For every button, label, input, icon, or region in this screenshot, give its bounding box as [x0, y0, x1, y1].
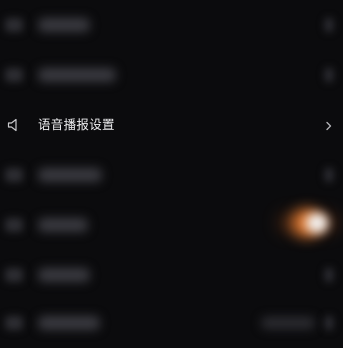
item-label-blurred: [38, 18, 90, 32]
chevron-right-icon: [325, 18, 333, 32]
item-label-blurred: [38, 168, 102, 182]
settings-menu: 语音播报设置: [0, 0, 343, 342]
item-label-blurred: [38, 268, 90, 282]
item-label-blurred: [38, 316, 100, 330]
settings-item-blurred-2[interactable]: [0, 50, 343, 100]
chevron-right-icon: [325, 118, 333, 132]
toggle-switch[interactable]: [278, 205, 338, 241]
item-icon: [5, 168, 23, 182]
item-label-blurred: [38, 218, 88, 232]
item-icon: [5, 268, 23, 282]
settings-item-voice-broadcast[interactable]: 语音播报设置: [0, 100, 343, 150]
toggle-knob: [306, 213, 328, 233]
settings-item-blurred-3[interactable]: [0, 150, 343, 200]
item-icon: [5, 18, 23, 32]
item-icon: [5, 218, 23, 232]
chevron-right-icon: [325, 316, 333, 330]
chevron-right-icon: [325, 268, 333, 282]
speaker-icon: [6, 117, 22, 133]
settings-item-blurred-1[interactable]: [0, 0, 343, 50]
settings-item-label: 语音播报设置: [38, 117, 115, 132]
settings-item-blurred-5[interactable]: [0, 250, 343, 300]
item-value-blurred: [261, 317, 315, 329]
item-icon: [5, 316, 23, 330]
item-icon: [5, 68, 23, 82]
settings-item-blurred-6[interactable]: [0, 298, 343, 348]
chevron-right-icon: [325, 68, 333, 82]
item-label-blurred: [38, 68, 116, 82]
chevron-right-icon: [325, 168, 333, 182]
